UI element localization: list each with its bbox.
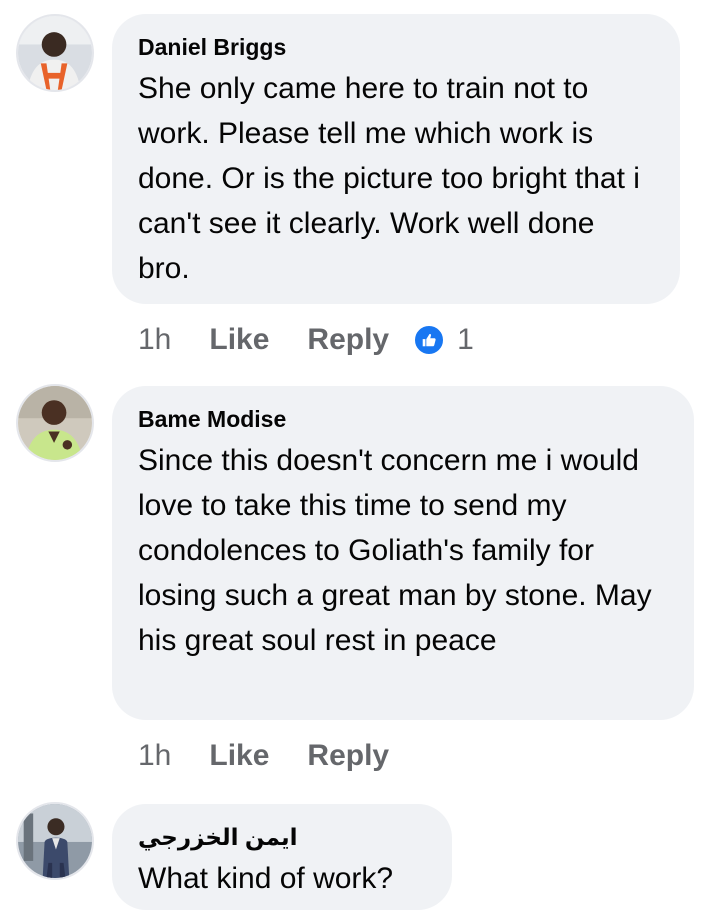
comment-author[interactable]: ايمن الخزرجي — [138, 822, 426, 852]
avatar-photo — [18, 804, 92, 878]
avatar[interactable] — [16, 802, 94, 880]
reply-button[interactable]: Reply — [307, 323, 389, 357]
comment-thread: Daniel Briggs She only came here to trai… — [0, 0, 720, 910]
avatar-photo — [18, 16, 92, 90]
reaction-count: 1 — [457, 323, 474, 356]
like-button[interactable]: Like — [209, 323, 269, 357]
reply-button[interactable]: Reply — [307, 739, 389, 773]
comment-text: Since this doesn't concern me i would lo… — [138, 444, 652, 657]
thumbs-up-icon — [413, 324, 446, 356]
comment-bubble: Daniel Briggs She only came here to trai… — [112, 14, 680, 304]
comment-actions: 1h Like Reply 1 — [138, 320, 474, 360]
comment-bubble: Bame Modise Since this doesn't concern m… — [112, 386, 694, 720]
comment-timestamp[interactable]: 1h — [138, 739, 171, 773]
comment-actions: 1h Like Reply — [138, 736, 427, 776]
reaction-summary[interactable]: 1 — [413, 323, 474, 357]
comment-text: What kind of work? — [138, 862, 394, 895]
comment-author[interactable]: Daniel Briggs — [138, 32, 654, 62]
comment-bubble: ايمن الخزرجي What kind of work? — [112, 804, 452, 910]
like-button[interactable]: Like — [209, 739, 269, 773]
comment-text: She only came here to train not to work.… — [138, 72, 640, 285]
comment-author[interactable]: Bame Modise — [138, 404, 668, 434]
avatar-photo — [18, 386, 92, 460]
avatar[interactable] — [16, 14, 94, 92]
comment-timestamp[interactable]: 1h — [138, 323, 171, 357]
avatar[interactable] — [16, 384, 94, 462]
